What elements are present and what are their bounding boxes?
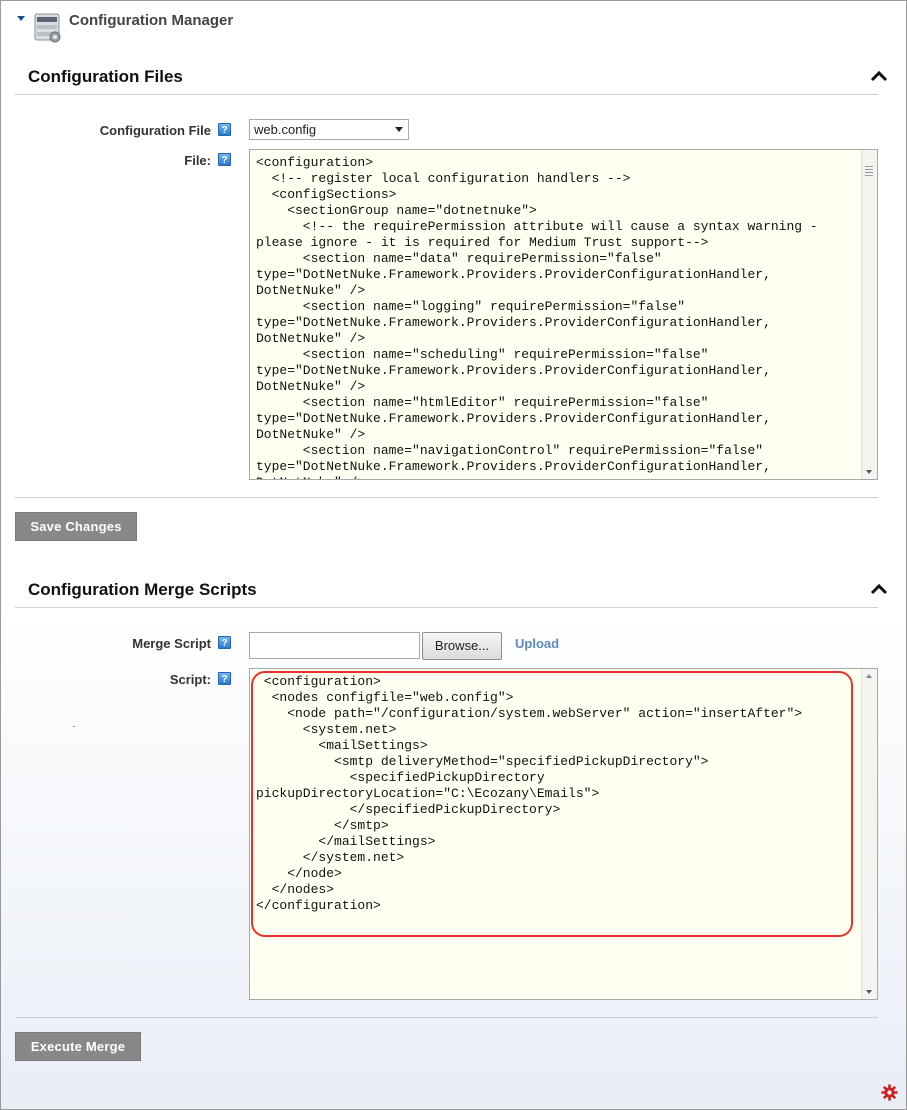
merge-script-label: Merge Script: [132, 636, 211, 651]
divider: [15, 94, 878, 95]
divider: [15, 607, 878, 608]
module-collapse-icon[interactable]: [17, 16, 25, 21]
chevron-down-icon: [395, 127, 403, 132]
scroll-down-icon[interactable]: [866, 470, 872, 474]
divider: [15, 1017, 878, 1018]
module-container: Configuration Manager Configuration File…: [0, 0, 907, 1110]
script-textarea[interactable]: <configuration> <nodes configfile="web.c…: [249, 668, 878, 1000]
chevron-up-icon[interactable]: [870, 582, 888, 596]
server-config-icon: [34, 13, 61, 43]
help-icon[interactable]: ?: [218, 153, 231, 166]
chevron-up-icon[interactable]: [870, 69, 888, 83]
script-text: <configuration> <nodes configfile="web.c…: [256, 674, 803, 913]
script-label: Script:: [169, 672, 211, 687]
scroll-up-icon[interactable]: [866, 674, 872, 678]
help-icon[interactable]: ?: [218, 672, 231, 685]
section-title-config-files: Configuration Files: [28, 67, 183, 86]
scroll-down-icon[interactable]: [866, 990, 872, 994]
config-file-selected-value: web.config: [254, 122, 317, 137]
file-content-text: <configuration> <!-- register local conf…: [256, 155, 818, 479]
script-scrollbar[interactable]: [861, 669, 877, 999]
file-content-label: File:: [184, 153, 211, 168]
help-icon[interactable]: ?: [218, 123, 231, 136]
stray-dot: [73, 726, 75, 727]
section-title-merge-scripts: Configuration Merge Scripts: [28, 580, 257, 599]
scrollbar-grip[interactable]: [865, 166, 873, 176]
config-file-select[interactable]: web.config: [249, 119, 409, 140]
divider: [15, 497, 878, 498]
file-content-scrollbar[interactable]: [861, 150, 877, 479]
execute-merge-button[interactable]: Execute Merge: [15, 1032, 141, 1061]
file-content-textarea[interactable]: <configuration> <!-- register local conf…: [249, 149, 878, 480]
help-icon[interactable]: ?: [218, 636, 231, 649]
module-title: Configuration Manager: [69, 12, 234, 29]
config-file-label: Configuration File: [99, 123, 211, 138]
gear-icon[interactable]: [881, 1084, 898, 1101]
save-changes-button[interactable]: Save Changes: [15, 512, 137, 541]
upload-link[interactable]: Upload: [515, 636, 559, 651]
merge-script-file-input[interactable]: [249, 632, 420, 659]
browse-button[interactable]: Browse...: [422, 632, 502, 660]
